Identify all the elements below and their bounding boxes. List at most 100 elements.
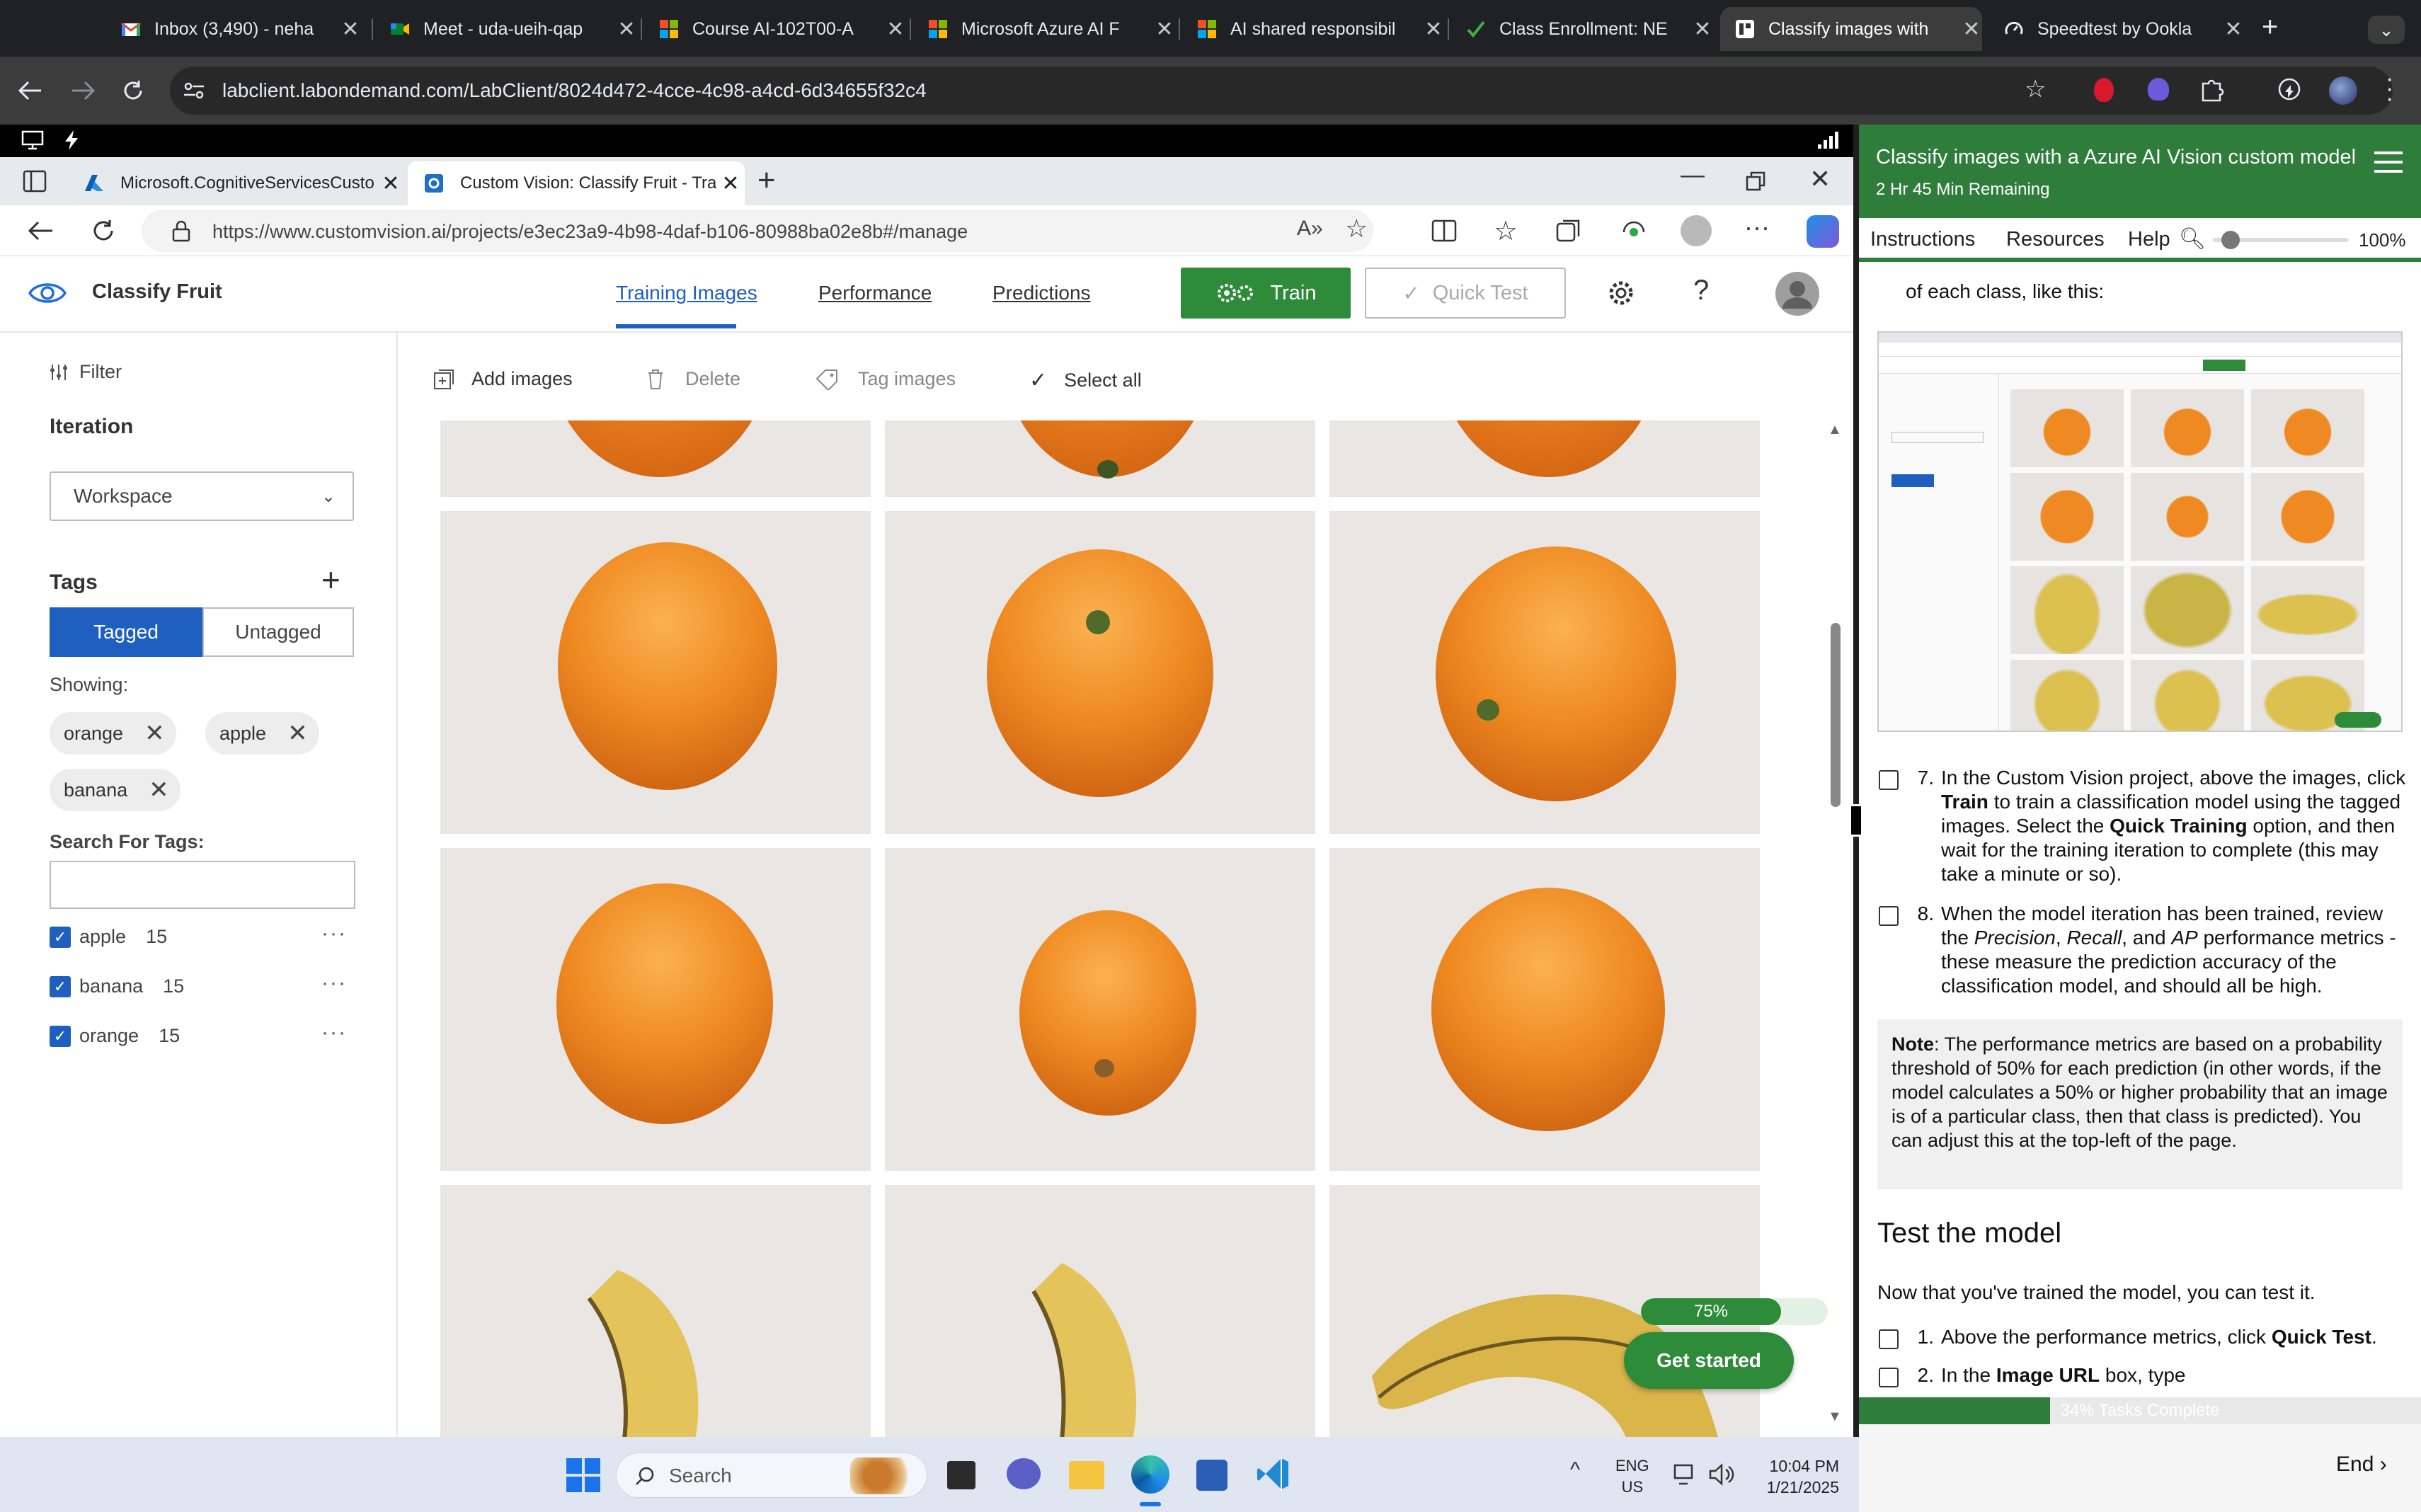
tag-chip-banana[interactable]: banana ✕ bbox=[50, 769, 181, 811]
bookmark-star-icon[interactable]: ☆ bbox=[2025, 75, 2046, 103]
extension-drop-icon[interactable] bbox=[2148, 78, 2169, 101]
select-all-button[interactable]: ✓ Select all bbox=[1029, 368, 1142, 393]
tag-images-button[interactable]: Tag images bbox=[815, 368, 956, 390]
train-button[interactable]: Train bbox=[1181, 268, 1351, 319]
tag-row-orange[interactable]: ✓ orange 15 bbox=[50, 1025, 354, 1047]
edge-taskbar-icon[interactable] bbox=[1131, 1455, 1169, 1494]
settings-gear-icon[interactable] bbox=[1607, 279, 1635, 307]
collections-icon[interactable] bbox=[1556, 218, 1581, 244]
untagged-toggle[interactable]: Untagged bbox=[202, 607, 354, 657]
add-tag-icon[interactable]: + bbox=[321, 563, 340, 596]
profile-avatar[interactable] bbox=[2329, 76, 2357, 105]
eye-logo-icon[interactable] bbox=[28, 279, 67, 307]
close-icon[interactable]: ✕ bbox=[1692, 17, 1713, 42]
close-icon[interactable]: ✕ bbox=[377, 171, 405, 196]
training-image-orange[interactable] bbox=[440, 511, 871, 834]
extensions-puzzle-icon[interactable] bbox=[2199, 76, 2224, 102]
forward-arrow-icon[interactable] bbox=[71, 79, 96, 102]
training-image-orange[interactable] bbox=[885, 420, 1315, 497]
tagged-toggle[interactable]: Tagged bbox=[50, 607, 202, 657]
copilot-icon[interactable] bbox=[1807, 215, 1839, 248]
training-image-orange[interactable] bbox=[1329, 848, 1760, 1171]
close-icon[interactable]: ✕ bbox=[1154, 17, 1175, 42]
reload-icon[interactable] bbox=[91, 218, 116, 244]
tag-options-icon[interactable]: ··· bbox=[321, 1021, 347, 1045]
edge-tab-cognitive-services[interactable]: Microsoft.CognitiveServicesCusto ✕ bbox=[68, 161, 405, 205]
volume-icon[interactable] bbox=[1709, 1462, 1734, 1487]
edge-address-bar[interactable]: https://www.customvision.ai/projects/e3e… bbox=[142, 210, 1373, 252]
tab-resources[interactable]: Resources bbox=[2006, 228, 2105, 251]
more-options-icon[interactable]: ··· bbox=[1744, 212, 1770, 242]
new-tab-button[interactable]: + bbox=[757, 163, 776, 198]
file-explorer-icon[interactable] bbox=[1069, 1461, 1104, 1489]
extension-shield-icon[interactable] bbox=[2094, 78, 2114, 102]
close-icon[interactable]: ✕ bbox=[885, 17, 906, 42]
quick-test-button[interactable]: ✓ Quick Test bbox=[1365, 268, 1566, 319]
browser-tab-gmail[interactable]: Inbox (3,490) - neha ✕ bbox=[106, 7, 361, 51]
tab-search-button[interactable]: ⌄ bbox=[2368, 16, 2405, 44]
training-image-orange[interactable] bbox=[440, 420, 871, 497]
favorites-icon[interactable]: ☆ bbox=[1494, 215, 1518, 247]
monitor-icon[interactable] bbox=[21, 130, 44, 150]
vscode-icon[interactable] bbox=[1256, 1457, 1291, 1492]
tag-row-apple[interactable]: ✓ apple 15 bbox=[50, 926, 354, 948]
training-image-banana[interactable] bbox=[440, 1185, 871, 1437]
tag-chip-orange[interactable]: orange ✕ bbox=[50, 712, 176, 755]
tag-options-icon[interactable]: ··· bbox=[321, 971, 347, 995]
tag-options-icon[interactable]: ··· bbox=[321, 922, 347, 946]
remove-chip-icon[interactable]: ✕ bbox=[287, 719, 308, 748]
address-url[interactable]: labclient.labondemand.com/LabClient/8024… bbox=[222, 79, 927, 102]
sync-icon[interactable] bbox=[2277, 76, 2302, 102]
edge-tab-custom-vision[interactable]: Custom Vision: Classify Fruit - Tra ✕ bbox=[408, 161, 745, 205]
close-icon[interactable]: ✕ bbox=[2223, 17, 2244, 42]
end-button[interactable]: End › bbox=[2336, 1453, 2387, 1477]
browser-menu-icon[interactable]: · · · bbox=[2386, 67, 2393, 110]
browser-tab-course[interactable]: Course AI-102T00-A ✕ bbox=[644, 7, 906, 51]
training-image-orange[interactable] bbox=[1329, 420, 1760, 497]
get-started-button[interactable]: Get started bbox=[1624, 1332, 1794, 1389]
close-icon[interactable]: ✕ bbox=[340, 17, 361, 42]
new-tab-button[interactable]: + bbox=[2262, 11, 2278, 43]
browser-tab-ai-shared[interactable]: AI shared responsibil ✕ bbox=[1182, 7, 1444, 51]
show-hidden-icons[interactable]: ^ bbox=[1570, 1458, 1580, 1482]
browser-tab-class-enrollment[interactable]: Class Enrollment: NE ✕ bbox=[1451, 7, 1713, 51]
close-icon[interactable]: ✕ bbox=[616, 17, 637, 42]
browser-tab-classify-images[interactable]: Classify images with ✕ bbox=[1720, 7, 1982, 51]
training-image-banana[interactable] bbox=[885, 1185, 1315, 1437]
close-window-button[interactable]: ✕ bbox=[1809, 164, 1831, 194]
clock[interactable]: 10:04 PM 1/21/2025 bbox=[1748, 1455, 1839, 1498]
hamburger-menu-icon[interactable] bbox=[2374, 151, 2403, 173]
windows-start-icon[interactable] bbox=[566, 1458, 600, 1492]
step-checkbox[interactable] bbox=[1879, 906, 1899, 926]
training-image-orange[interactable] bbox=[885, 848, 1315, 1171]
address-bar[interactable]: labclient.labondemand.com/LabClient/8024… bbox=[170, 67, 2393, 115]
step-checkbox[interactable] bbox=[1879, 1329, 1899, 1349]
edge-url[interactable]: https://www.customvision.ai/projects/e3e… bbox=[212, 221, 968, 243]
close-icon[interactable]: ✕ bbox=[1423, 17, 1444, 42]
minimize-button[interactable]: — bbox=[1681, 161, 1705, 189]
site-info-icon[interactable] bbox=[183, 81, 205, 101]
taskbar-search[interactable]: Search bbox=[616, 1453, 927, 1498]
read-aloud-icon[interactable]: A» bbox=[1297, 217, 1323, 241]
search-tags-input[interactable] bbox=[50, 861, 355, 909]
language-indicator[interactable]: ENG US bbox=[1615, 1455, 1649, 1498]
reload-icon[interactable] bbox=[122, 79, 144, 102]
checkbox-checked[interactable]: ✓ bbox=[50, 975, 71, 997]
edge-profile-avatar[interactable] bbox=[1681, 215, 1712, 246]
close-icon[interactable]: ✕ bbox=[1961, 17, 1982, 42]
user-avatar[interactable] bbox=[1775, 272, 1819, 316]
checkbox-checked[interactable]: ✓ bbox=[50, 1025, 71, 1047]
add-images-button[interactable]: Add images bbox=[433, 368, 573, 390]
checkbox-checked[interactable]: ✓ bbox=[50, 926, 71, 948]
tab-training-images[interactable]: Training Images bbox=[616, 282, 757, 304]
store-icon[interactable] bbox=[1196, 1460, 1227, 1491]
browser-tab-meet[interactable]: Meet - uda-ueih-qap ✕ bbox=[375, 7, 637, 51]
tab-predictions[interactable]: Predictions bbox=[992, 282, 1091, 304]
step-checkbox[interactable] bbox=[1879, 1368, 1899, 1387]
iteration-select[interactable]: Workspace ⌄ bbox=[50, 471, 354, 521]
training-image-orange[interactable] bbox=[440, 848, 871, 1171]
remove-chip-icon[interactable]: ✕ bbox=[149, 776, 169, 804]
task-view-icon[interactable] bbox=[947, 1461, 975, 1489]
teams-chat-icon[interactable] bbox=[1007, 1458, 1041, 1489]
tab-performance[interactable]: Performance bbox=[818, 282, 932, 304]
